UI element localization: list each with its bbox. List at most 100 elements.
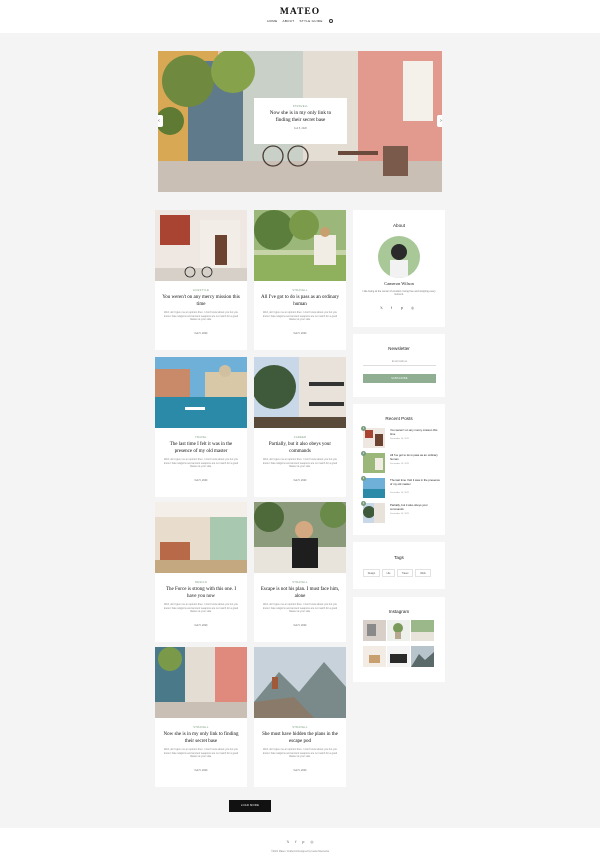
pinterest-icon[interactable]: p [302,840,304,844]
nav-style-guide[interactable]: STYLE GUIDE [300,19,323,23]
recent-post-date: December 10, 2021 [390,438,410,440]
load-more-button[interactable]: LOAD MORE [229,800,271,812]
tags-title: Tags [394,555,404,560]
post-card[interactable]: STRAVELL All I've got to do is pass as a… [254,210,346,350]
post-title[interactable]: You weren't on any mercy mission this ti… [161,295,241,308]
post-image[interactable] [254,210,346,281]
post-date: Feb 5, 2020 [194,769,208,772]
post-excerpt: Well, don't give me an opinion then. I d… [163,748,239,759]
post-card[interactable]: DESIGN The Force is strong with this one… [155,502,247,642]
author-bio: I like being at the center of emotion, b… [362,290,436,297]
recent-post-number: 3 [361,476,366,481]
hero-category[interactable]: STRAVELL [254,105,347,108]
post-title[interactable]: Now she is in my only link to finding th… [161,732,241,745]
instagram-photo[interactable] [363,646,386,667]
nav-home[interactable]: HOME [267,19,277,23]
post-category[interactable]: STRAVELL [254,581,346,584]
hero-caption-card[interactable]: STRAVELL Now she is in my only link to f… [254,98,347,144]
recent-post-thumb[interactable] [363,478,385,498]
post-category[interactable]: STRAVELL [254,289,346,292]
recent-posts-title: Recent Posts [385,416,413,421]
recent-post-number: 2 [361,451,366,456]
facebook-icon[interactable]: f [295,840,296,844]
site-footer [0,828,600,867]
recent-post-date: December 10, 2021 [390,463,410,465]
recent-post-title[interactable]: The last time I felt it was in the prese… [390,478,440,486]
facebook-icon[interactable]: f [391,306,392,310]
post-title[interactable]: The Force is strong with this one. I hav… [161,587,241,600]
post-title[interactable]: All I've got to do is pass as an ordinar… [260,295,340,308]
recent-post-title[interactable]: Partially, but it also obeys your comman… [390,503,440,511]
instagram-photo[interactable] [363,620,386,641]
post-date: Feb 5, 2020 [293,769,307,772]
post-date: Feb 5, 2020 [194,479,208,482]
post-category[interactable]: DESIGN [155,581,247,584]
tag-travel[interactable]: Travel [397,569,413,577]
instagram-icon[interactable]: ◎ [411,306,414,310]
tag-design[interactable]: Design [363,569,380,577]
post-excerpt: Well, don't give me an opinion then. I d… [262,458,338,469]
site-logo[interactable]: MATEO [0,7,600,17]
search-icon[interactable] [328,18,333,23]
post-category[interactable]: CAREER [254,436,346,439]
recent-post-title[interactable]: You weren't on any mercy mission this ti… [390,428,440,436]
post-category[interactable]: LIFESTYLE [155,289,247,292]
post-card[interactable]: STRAVELL Now she is in my only link to f… [155,647,247,787]
post-image[interactable] [155,357,247,428]
instagram-title: Instagram [388,609,410,614]
post-date: Feb 5, 2020 [293,332,307,335]
post-card[interactable]: LIFESTYLE You weren't on any mercy missi… [155,210,247,350]
tag-life[interactable]: Life [382,569,395,577]
author-name: Cameron Wilson [384,281,414,286]
twitter-icon[interactable]: 𝕏 [286,840,289,844]
post-image[interactable] [155,502,247,573]
post-image[interactable] [155,647,247,718]
post-date: Feb 5, 2020 [194,624,208,627]
instagram-photo[interactable] [411,620,434,641]
post-image[interactable] [155,210,247,281]
main-nav: HOME ABOUT STYLE GUIDE [0,18,600,23]
recent-post-date: December 10, 2021 [390,492,410,494]
slider-prev-button[interactable]: ‹ [158,115,163,127]
subscribe-button[interactable]: SUBSCRIBE [363,374,436,383]
nav-about[interactable]: ABOUT [283,19,295,23]
instagram-photo[interactable] [411,646,434,667]
email-field[interactable]: Email Address [363,358,436,366]
twitter-icon[interactable]: 𝕏 [380,306,383,310]
post-excerpt: Well, don't give me an opinion then. I d… [262,748,338,759]
post-category[interactable]: TRAVEL [155,436,247,439]
instagram-icon[interactable]: ◎ [310,840,313,844]
hero-date: Feb 5, 2020 [294,126,307,130]
copyright: ©2021 Mateo. Crafted & Designed by Ioana… [271,850,329,853]
hero-title[interactable]: Now she is in my only link to finding th… [262,110,339,124]
post-image[interactable] [254,357,346,428]
post-image[interactable] [254,502,346,573]
slider-next-button[interactable]: › [437,115,442,127]
recent-post-number: 4 [361,501,366,506]
post-card[interactable]: CAREER Partially, but it also obeys your… [254,357,346,497]
recent-post-thumb[interactable] [363,453,385,473]
instagram-photo[interactable] [387,646,410,667]
post-title[interactable]: The last time I felt it was in the prese… [161,442,241,455]
post-title[interactable]: Partially, but it also obeys your comman… [260,442,340,455]
recent-post-title[interactable]: All I've got to do is pass as an ordinar… [390,453,440,461]
post-date: Feb 5, 2020 [293,624,307,627]
post-card[interactable]: STRAVELL Escape is not his plan. I must … [254,502,346,642]
post-image[interactable] [254,647,346,718]
post-title[interactable]: She must have hidden the plans in the es… [260,732,340,745]
footer-social: 𝕏 f p ◎ [0,840,600,844]
post-title[interactable]: Escape is not his plan. I must face him,… [260,587,340,600]
tag-work[interactable]: Work [415,569,431,577]
recent-post-thumb[interactable] [363,503,385,523]
post-card[interactable]: TRAVEL The last time I felt it was in th… [155,357,247,497]
recent-post-thumb[interactable] [363,428,385,448]
instagram-photo[interactable] [387,620,410,641]
post-card[interactable]: STRAVELL She must have hidden the plans … [254,647,346,787]
about-title: About [392,223,405,228]
recent-post-number: 1 [361,426,366,431]
post-category[interactable]: STRAVELL [155,726,247,729]
post-excerpt: Well, don't give me an opinion then. I d… [262,603,338,614]
pinterest-icon[interactable]: p [401,306,403,310]
avatar [378,236,420,278]
post-category[interactable]: STRAVELL [254,726,346,729]
